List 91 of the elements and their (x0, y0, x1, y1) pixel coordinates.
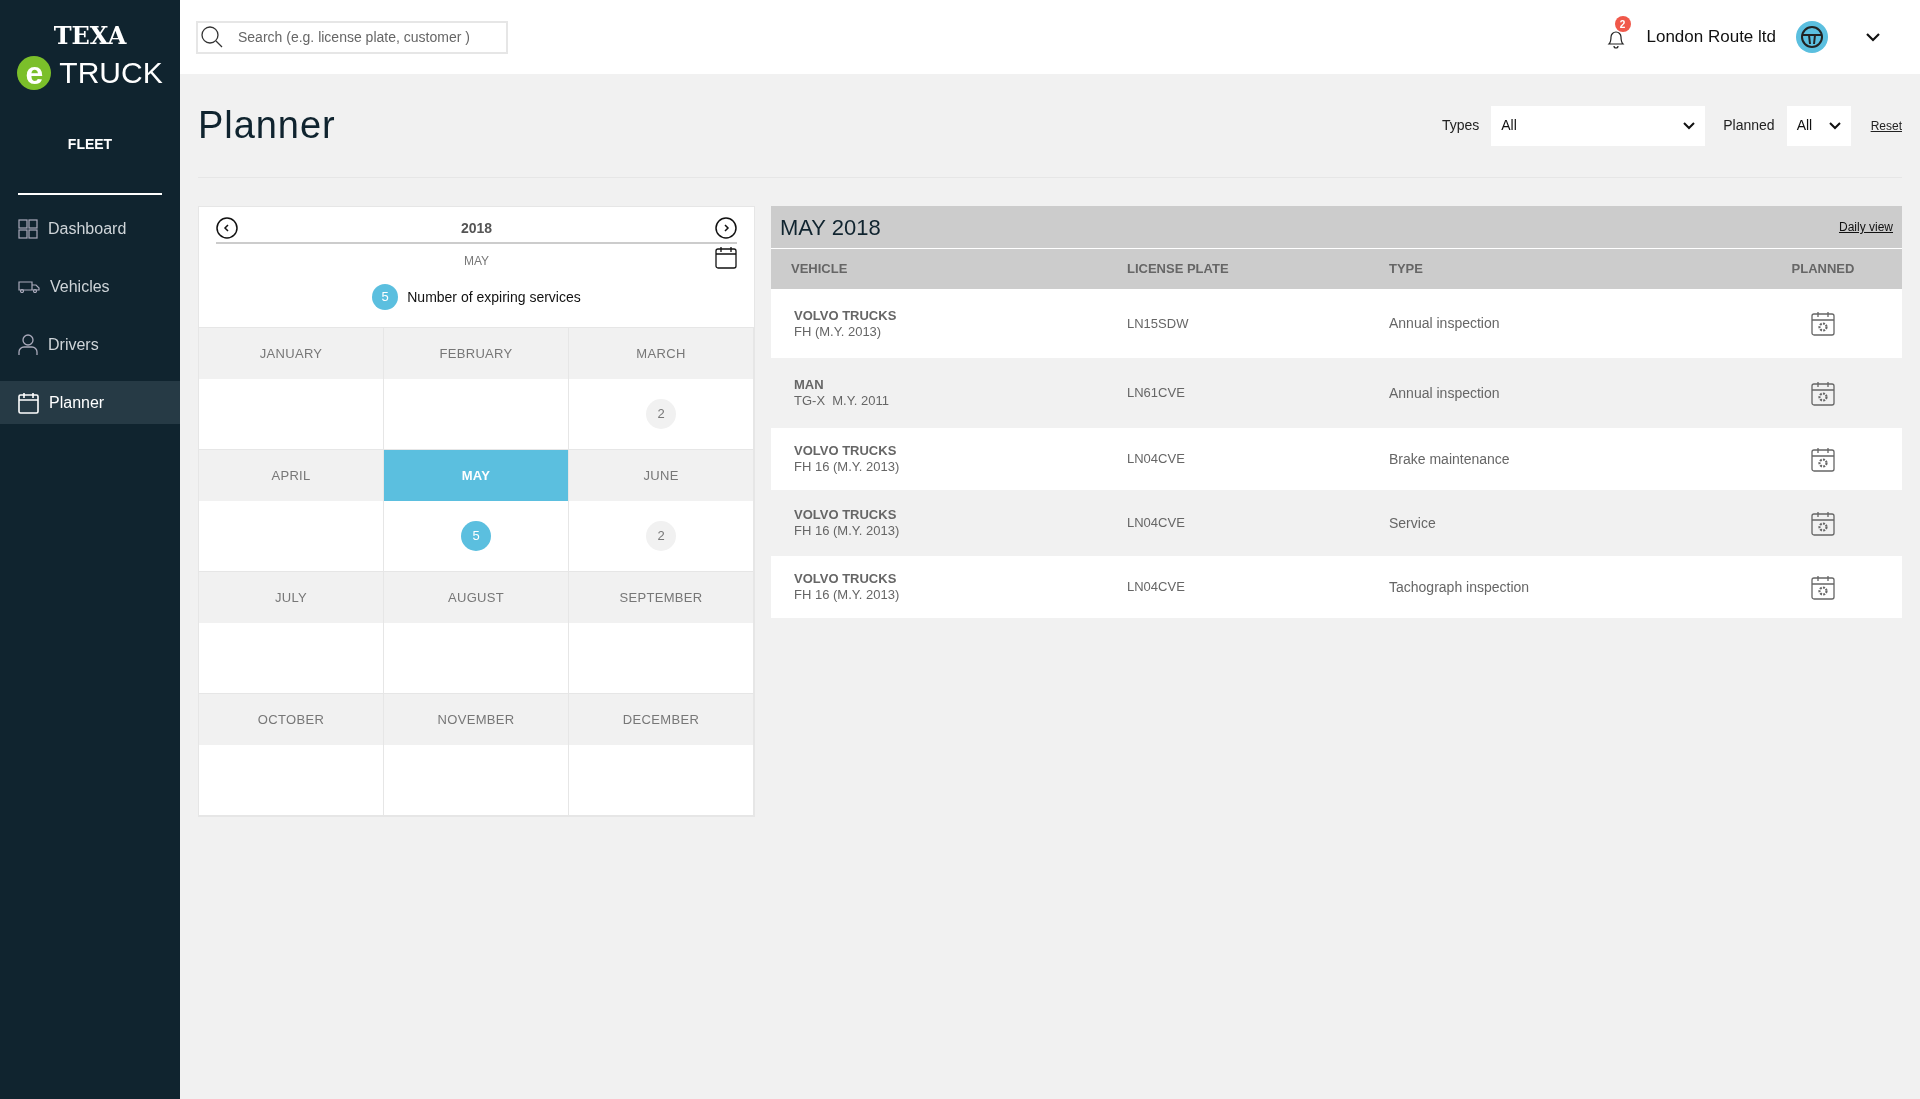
logo-e-badge: e (17, 56, 52, 90)
grid-icon (18, 218, 38, 239)
month-tab[interactable]: SEPTEMBER (569, 572, 754, 623)
month-cell[interactable] (199, 501, 384, 572)
month-label: MAY (463, 253, 490, 270)
month-tab[interactable]: NOVEMBER (384, 694, 569, 745)
month-tab[interactable]: FEBRUARY (384, 328, 569, 379)
chevron-down-icon (1683, 121, 1696, 130)
column-header: PLANNED (1790, 260, 1856, 279)
nav-item[interactable]: Dashboard (0, 207, 180, 250)
nav-item[interactable]: Drivers (0, 323, 180, 366)
table-cell: Annual inspection (1389, 384, 1500, 401)
company-name: London Route ltd (1646, 26, 1776, 49)
vehicle-make: MAN (794, 377, 824, 393)
calendar-gear-icon[interactable] (1811, 510, 1835, 536)
month-tab[interactable]: JUNE (569, 450, 754, 501)
table-cell: Brake maintenance (1389, 450, 1510, 467)
column-header: VEHICLE (790, 260, 849, 279)
vehicle-make: VOLVO TRUCKS (794, 307, 897, 324)
month-cell[interactable] (199, 745, 384, 816)
previous-button[interactable] (216, 217, 238, 239)
logo-product: TRUCK (59, 58, 163, 88)
vehicle-model: FH 16 (M.Y. 2013) (794, 523, 900, 539)
chevron-down-icon[interactable] (1866, 32, 1880, 42)
vehicle-model: FH (M.Y. 2013) (794, 323, 882, 340)
vehicle-make: VOLVO TRUCKS (794, 443, 897, 459)
month-tab[interactable]: MARCH (569, 328, 754, 379)
count-badge: 2 (646, 521, 676, 551)
page-title: Planner (198, 103, 336, 148)
filter-label: Planned (1723, 116, 1775, 135)
legend-text: Number of expiring services (407, 287, 581, 307)
table-cell: LN15SDW (1127, 315, 1189, 331)
vehicle-model: TG-X M.Y. 2011 (794, 393, 889, 409)
next-button[interactable] (715, 217, 737, 239)
month-cell[interactable]: 2 (569, 379, 754, 450)
chevron-down-icon (1828, 121, 1841, 130)
section-label: FLEET (66, 135, 114, 154)
month-cell[interactable] (199, 623, 384, 694)
calendar-icon[interactable] (715, 245, 737, 269)
filter-dropdown[interactable]: All (1786, 105, 1851, 146)
table-cell: LN04CVE (1127, 579, 1185, 595)
column-header: TYPE (1389, 260, 1424, 279)
calendar-gear-icon[interactable] (1811, 446, 1835, 472)
table-cell: LN61CVE (1127, 385, 1185, 401)
calendar-gear-icon[interactable] (1811, 311, 1835, 336)
count-badge: 2 (646, 399, 676, 429)
filter-label: Types (1441, 116, 1480, 135)
steering-wheel-avatar-icon[interactable] (1796, 21, 1828, 53)
month-cell[interactable] (569, 623, 754, 694)
month-cell[interactable] (384, 379, 569, 450)
count-badge: 5 (461, 521, 491, 551)
table-cell: LN04CVE (1127, 451, 1185, 467)
logo-brand: TEXA (53, 24, 127, 48)
person-icon (18, 334, 38, 355)
search-field[interactable]: Search (e.g. license plate, customer ) (196, 20, 508, 54)
table-cell: LN04CVE (1127, 515, 1185, 531)
nav-item[interactable]: Planner (0, 381, 180, 424)
notification-count: 2 (1614, 16, 1631, 32)
month-tab[interactable]: APRIL (199, 450, 384, 501)
daily-view-link[interactable]: Daily view (1839, 218, 1893, 236)
table-cell: Tachograph inspection (1389, 578, 1530, 595)
calendar-icon (18, 391, 39, 414)
table-title: MAY 2018 (780, 213, 881, 242)
month-cell[interactable]: 2 (569, 501, 754, 572)
month-tab[interactable]: MAY (384, 450, 569, 501)
month-cell[interactable] (384, 623, 569, 694)
search-icon (200, 24, 224, 49)
table-cell: Service (1389, 514, 1436, 531)
truck-icon (18, 280, 40, 293)
count-badge: 5 (372, 284, 399, 310)
table-cell: Annual inspection (1389, 315, 1500, 331)
month-tab[interactable]: JANUARY (199, 328, 384, 379)
nav-item[interactable]: Vehicles (0, 265, 180, 308)
column-header: LICENSE PLATE (1127, 260, 1230, 279)
month-tab[interactable]: DECEMBER (569, 694, 754, 745)
month-cell[interactable] (569, 745, 754, 816)
calendar-gear-icon[interactable] (1811, 574, 1835, 600)
reset-link[interactable]: Reset (1870, 116, 1902, 135)
month-cell[interactable] (384, 745, 569, 816)
year-label: 2018 (460, 218, 493, 238)
calendar-gear-icon[interactable] (1811, 380, 1835, 406)
vehicle-model: FH 16 (M.Y. 2013) (794, 587, 900, 603)
filter-dropdown[interactable]: All (1491, 105, 1706, 146)
vehicle-model: FH 16 (M.Y. 2013) (794, 459, 900, 475)
vehicle-make: VOLVO TRUCKS (794, 571, 897, 587)
month-tab[interactable]: OCTOBER (199, 694, 384, 745)
month-tab[interactable]: JULY (199, 572, 384, 623)
month-tab[interactable]: AUGUST (384, 572, 569, 623)
month-cell[interactable] (199, 379, 384, 450)
vehicle-make: VOLVO TRUCKS (794, 507, 897, 523)
month-cell[interactable]: 5 (384, 501, 569, 572)
